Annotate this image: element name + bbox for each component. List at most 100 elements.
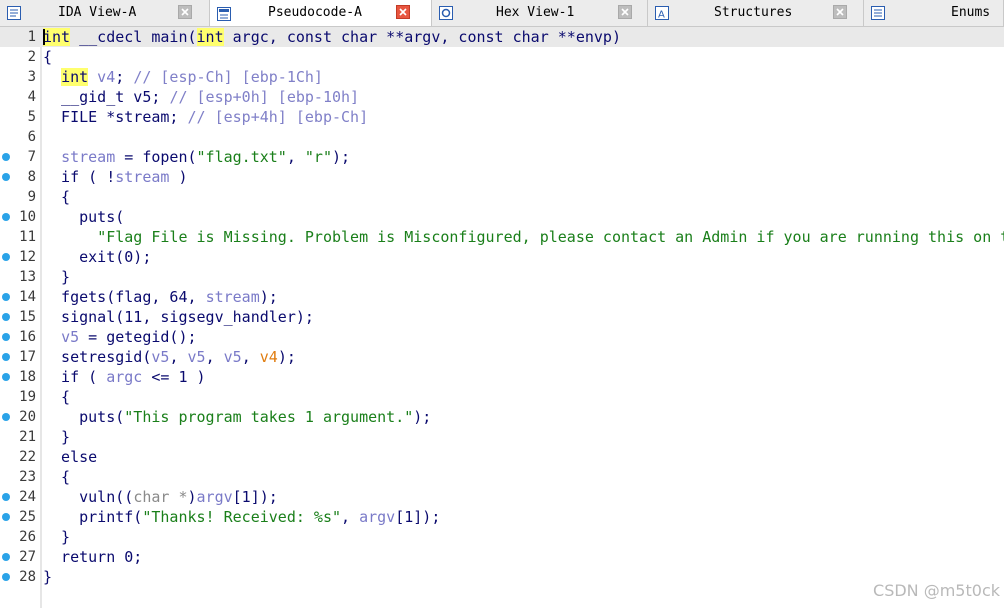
tab-label: Hex View-1 xyxy=(496,5,575,20)
code-token: FILE *stream; xyxy=(43,108,188,126)
code-line[interactable]: 23 { xyxy=(0,467,1004,487)
code-token: exit(0); xyxy=(43,248,152,266)
code-line[interactable]: 11 "Flag File is Missing. Problem is Mis… xyxy=(0,227,1004,247)
tab-label: Structures xyxy=(714,5,793,20)
close-icon[interactable] xyxy=(396,5,410,19)
code-text: int v4; // [esp-Ch] [ebp-1Ch] xyxy=(43,67,323,87)
tab-enums[interactable]: Enums xyxy=(864,0,1004,26)
code-text: } xyxy=(43,427,70,447)
code-text: fgets(flag, 64, stream); xyxy=(43,287,278,307)
code-text: } xyxy=(43,527,70,547)
code-token: , xyxy=(241,348,260,366)
code-token: <= 1 ) xyxy=(142,368,206,386)
code-text: signal(11, sigsegv_handler); xyxy=(43,307,314,327)
code-token: ); xyxy=(259,288,278,306)
code-token: char * xyxy=(133,488,188,506)
code-token: signal(11, sigsegv_handler); xyxy=(43,308,314,326)
code-line[interactable]: 27 return 0; xyxy=(0,547,1004,567)
code-line[interactable]: 16 v5 = getegid(); xyxy=(0,327,1004,347)
code-token: "Thanks! Received: %s" xyxy=(142,508,342,526)
code-text: else xyxy=(43,447,97,467)
code-line[interactable]: 7 stream = fopen("flag.txt", "r"); xyxy=(0,147,1004,167)
code-line[interactable]: 8 if ( !stream ) xyxy=(0,167,1004,187)
code-token: [1]); xyxy=(232,488,278,506)
code-token: ); xyxy=(277,348,296,366)
code-line[interactable]: 6 xyxy=(0,127,1004,147)
code-token: argv xyxy=(196,488,233,506)
code-token: int xyxy=(43,28,71,46)
code-line[interactable]: 26 } xyxy=(0,527,1004,547)
code-line[interactable]: 14 fgets(flag, 64, stream); xyxy=(0,287,1004,307)
code-token: stream xyxy=(205,288,260,306)
code-text: if ( argc <= 1 ) xyxy=(43,367,206,387)
text-cursor xyxy=(43,29,45,45)
line-number: 27 xyxy=(19,549,36,565)
code-token: v4 xyxy=(259,348,278,366)
code-token: "Flag File is Missing. Problem is Miscon… xyxy=(97,228,1004,246)
code-line[interactable]: 10 puts( xyxy=(0,207,1004,227)
code-line[interactable]: 28} xyxy=(0,567,1004,587)
line-number: 4 xyxy=(27,89,36,105)
tab-structures[interactable]: A Structures xyxy=(648,0,864,26)
code-text: puts("This program takes 1 argument."); xyxy=(43,407,431,427)
code-line[interactable]: 18 if ( argc <= 1 ) xyxy=(0,367,1004,387)
code-line[interactable]: 19 { xyxy=(0,387,1004,407)
structures-icon: A xyxy=(655,6,669,21)
code-line[interactable]: 2{ xyxy=(0,47,1004,67)
code-token: v5 xyxy=(151,348,170,366)
code-text: { xyxy=(43,47,52,67)
code-token: = getegid(); xyxy=(79,328,197,346)
code-line[interactable]: 17 setresgid(v5, v5, v5, v4); xyxy=(0,347,1004,367)
close-icon[interactable] xyxy=(618,5,632,19)
code-text: "Flag File is Missing. Problem is Miscon… xyxy=(43,227,1004,247)
line-number: 25 xyxy=(19,509,36,525)
close-icon[interactable] xyxy=(833,5,847,19)
code-text: puts( xyxy=(43,207,124,227)
code-token: ); xyxy=(413,408,432,426)
code-token: "r" xyxy=(304,148,332,166)
code-token: { xyxy=(43,188,71,206)
code-line[interactable]: 20 puts("This program takes 1 argument."… xyxy=(0,407,1004,427)
code-line[interactable]: 9 { xyxy=(0,187,1004,207)
code-token: ; xyxy=(115,68,134,86)
pseudocode-editor[interactable]: 1 int __cdecl main(int argc, const char *… xyxy=(0,27,1004,608)
tab-pseudocode-a[interactable]: Pseudocode-A xyxy=(210,0,432,26)
code-token: __gid_t v5; xyxy=(43,88,170,106)
code-token: else xyxy=(43,448,98,466)
code-line[interactable]: 15 signal(11, sigsegv_handler); xyxy=(0,307,1004,327)
line-number: 6 xyxy=(27,129,36,145)
code-line[interactable]: 3 int v4; // [esp-Ch] [ebp-1Ch] xyxy=(0,67,1004,87)
line-number: 22 xyxy=(19,449,36,465)
line-number: 16 xyxy=(19,329,36,345)
code-token: int xyxy=(196,28,224,46)
code-line[interactable]: 12 exit(0); xyxy=(0,247,1004,267)
code-token: setresgid( xyxy=(43,348,152,366)
code-token: } xyxy=(43,528,71,546)
tab-ida-view-a[interactable]: IDA View-A xyxy=(0,0,210,26)
code-token: "flag.txt" xyxy=(196,148,287,166)
code-line[interactable]: 1 int __cdecl main(int argc, const char *… xyxy=(0,27,1004,47)
line-number: 21 xyxy=(19,429,36,445)
code-line[interactable]: 24 vuln((char *)argv[1]); xyxy=(0,487,1004,507)
code-line[interactable]: 4 __gid_t v5; // [esp+0h] [ebp-10h] xyxy=(0,87,1004,107)
code-line[interactable]: 5 FILE *stream; // [esp+4h] [ebp-Ch] xyxy=(0,107,1004,127)
close-icon[interactable] xyxy=(178,5,192,19)
code-line[interactable]: 21 } xyxy=(0,427,1004,447)
code-line[interactable]: 13 } xyxy=(0,267,1004,287)
svg-text:A: A xyxy=(658,10,665,21)
tab-hex-view-1[interactable]: Hex View-1 xyxy=(432,0,648,26)
code-token: ) xyxy=(187,488,197,506)
code-token: // [esp+4h] [ebp-Ch] xyxy=(187,108,369,126)
code-text: FILE *stream; // [esp+4h] [ebp-Ch] xyxy=(43,107,368,127)
code-token: , xyxy=(341,508,360,526)
code-line[interactable]: 22 else xyxy=(0,447,1004,467)
code-line[interactable]: 25 printf("Thanks! Received: %s", argv[1… xyxy=(0,507,1004,527)
line-number: 15 xyxy=(19,309,36,325)
line-number: 5 xyxy=(27,109,36,125)
code-text: v5 = getegid(); xyxy=(43,327,197,347)
line-number: 8 xyxy=(27,169,36,185)
code-token: ) xyxy=(169,168,188,186)
pseudocode-icon xyxy=(217,6,231,21)
